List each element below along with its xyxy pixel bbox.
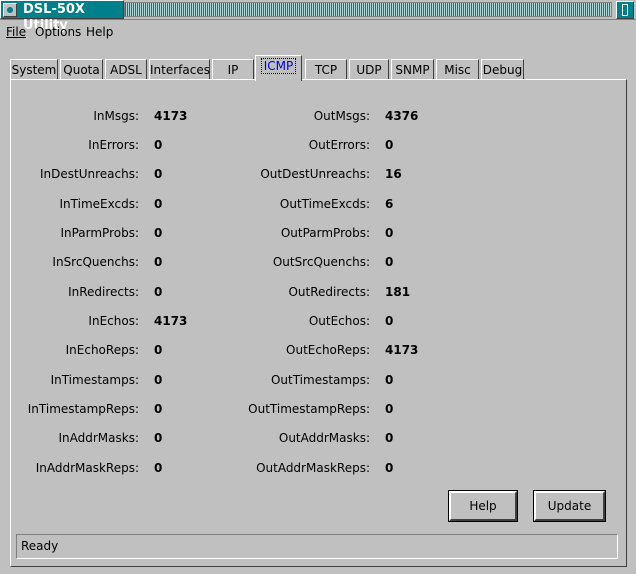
stat-label: InSrcQuenchs: — [52, 255, 139, 269]
title-box: DSL-50X Utility — [0, 0, 124, 33]
update-button[interactable]: Update — [533, 490, 606, 522]
stat-value: 0 — [154, 255, 163, 269]
stat-value: 0 — [385, 402, 394, 416]
stat-label: OutTimestampReps: — [248, 402, 370, 416]
stat-value: 0 — [154, 402, 163, 416]
stat-value: 0 — [154, 431, 163, 445]
stat-label: InEchoReps: — [65, 343, 139, 357]
tab-tcp[interactable]: TCP — [305, 59, 347, 80]
tab-label: Quota — [63, 63, 100, 77]
menu-options[interactable]: Options — [35, 25, 81, 39]
tab-label: IP — [227, 63, 239, 77]
stat-value: 4173 — [154, 109, 188, 123]
stat-value: 0 — [154, 461, 163, 475]
stat-label: InParmProbs: — [60, 226, 139, 240]
stat-value: 0 — [154, 138, 163, 152]
maximize-icon[interactable] — [616, 1, 634, 19]
stat-label: OutTimestamps: — [270, 373, 370, 387]
stat-label: OutAddrMaskReps: — [256, 461, 370, 475]
tab-label: TCP — [314, 63, 338, 77]
update-button-label: Update — [547, 499, 592, 513]
title-bar-pattern — [124, 2, 612, 17]
stat-value: 0 — [385, 226, 394, 240]
tab-debug[interactable]: Debug — [481, 59, 524, 80]
status-text: Ready — [21, 539, 59, 553]
tab-system[interactable]: System — [10, 59, 58, 80]
stat-value: 0 — [154, 285, 163, 299]
help-button[interactable]: Help — [448, 490, 518, 522]
tab-label: ICMP — [260, 58, 297, 74]
stat-value: 0 — [154, 373, 163, 387]
stat-label: OutSrcQuenchs: — [272, 255, 370, 269]
stat-label: InAddrMaskReps: — [35, 461, 139, 475]
stat-value: 4173 — [385, 343, 419, 357]
stat-label: InRedirects: — [68, 285, 139, 299]
tab-label: Interfaces — [150, 63, 210, 77]
tab-misc[interactable]: Misc — [436, 59, 479, 80]
stat-value: 4173 — [154, 314, 188, 328]
tab-label: System — [11, 63, 57, 77]
menu-file[interactable]: File — [6, 25, 26, 39]
title-bar[interactable]: DSL-50X Utility — [0, 0, 636, 33]
menu-options-label: Options — [35, 25, 82, 39]
stat-label: InTimeExcds: — [59, 197, 140, 211]
stat-label: InDestUnreachs: — [39, 167, 139, 181]
stat-label: OutParmProbs: — [280, 226, 370, 240]
stat-value: 0 — [154, 343, 163, 357]
stat-value: 0 — [385, 431, 394, 445]
tab-adsl[interactable]: ADSL — [105, 59, 147, 80]
window-menu-icon[interactable] — [3, 3, 17, 17]
stat-label: OutErrors: — [308, 138, 370, 152]
stat-value: 0 — [385, 138, 394, 152]
tab-label: SNMP — [395, 63, 430, 77]
status-bar: Ready — [16, 534, 618, 559]
stat-label: OutTimeExcds: — [279, 197, 370, 211]
stat-label: OutAddrMasks: — [278, 431, 370, 445]
stat-label: InTimestamps: — [50, 373, 139, 387]
stat-value: 0 — [154, 167, 163, 181]
menu-bar: File Options Help — [0, 22, 636, 44]
stat-label: InErrors: — [88, 138, 139, 152]
tab-snmp[interactable]: SNMP — [391, 59, 434, 80]
stat-value: 0 — [154, 226, 163, 240]
stat-value: 0 — [385, 255, 394, 269]
menu-help[interactable]: Help — [86, 25, 113, 39]
stat-value: 4376 — [385, 109, 419, 123]
menu-file-label: File — [6, 25, 27, 39]
stat-label: OutEchos: — [308, 314, 370, 328]
stat-value: 0 — [385, 461, 394, 475]
stat-value: 6 — [385, 197, 394, 211]
stat-value: 181 — [385, 285, 411, 299]
stat-value: 0 — [154, 197, 163, 211]
stat-value: 16 — [385, 167, 402, 181]
stat-label: OutRedirects: — [288, 285, 370, 299]
tab-label: Misc — [444, 63, 471, 77]
tab-label: UDP — [356, 63, 382, 77]
stat-label: InTimestampReps: — [27, 402, 139, 416]
stat-value: 0 — [385, 373, 394, 387]
tab-udp[interactable]: UDP — [349, 59, 389, 80]
tab-label: Debug — [482, 63, 523, 77]
help-button-label: Help — [469, 499, 497, 513]
tab-label: ADSL — [110, 63, 142, 77]
tab-interfaces[interactable]: Interfaces — [149, 59, 210, 80]
stat-label: InMsgs: — [93, 109, 139, 123]
tab-icmp[interactable]: ICMP — [255, 55, 302, 81]
tab-ip[interactable]: IP — [212, 59, 254, 80]
stat-value: 0 — [385, 314, 394, 328]
stat-label: InEchos: — [88, 314, 139, 328]
stat-label: OutDestUnreachs: — [260, 167, 370, 181]
stat-label: OutEchoReps: — [286, 343, 370, 357]
stat-label: InAddrMasks: — [58, 431, 139, 445]
menu-help-label: Help — [86, 25, 114, 39]
stat-label: OutMsgs: — [313, 109, 370, 123]
tab-quota[interactable]: Quota — [60, 59, 103, 80]
